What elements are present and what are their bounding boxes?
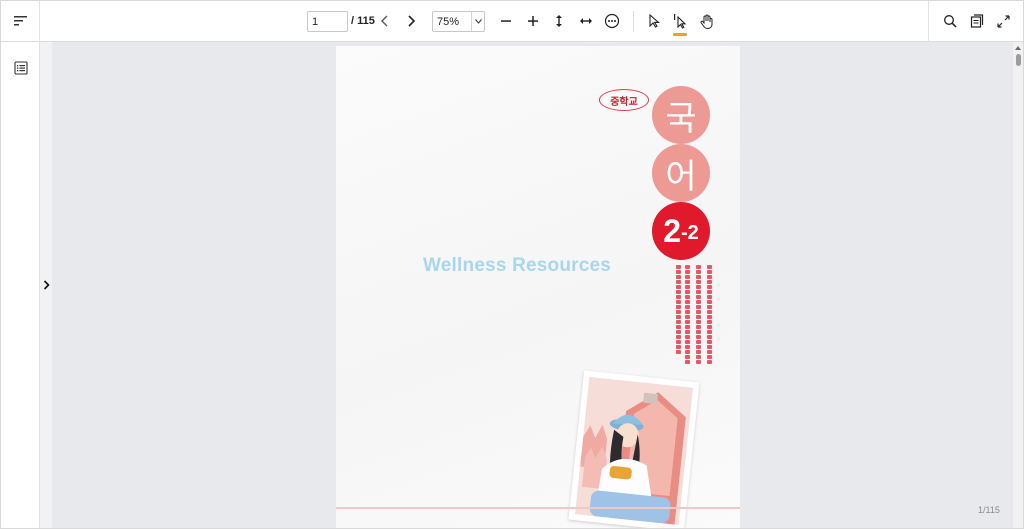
text-cursor-icon[interactable] <box>668 9 692 33</box>
chevron-left-icon[interactable] <box>373 9 397 33</box>
chevron-down-icon <box>471 12 484 31</box>
toolbar-divider <box>39 1 40 42</box>
active-tool-indicator <box>673 33 687 36</box>
horizontal-arrows-icon[interactable] <box>574 9 598 33</box>
minus-icon[interactable] <box>494 9 518 33</box>
page-counter: 1/115 <box>978 505 1000 515</box>
title-char-1: 국 <box>665 99 697 138</box>
author-names <box>676 265 716 365</box>
vertical-scrollbar[interactable] <box>1013 42 1023 528</box>
plus-icon[interactable] <box>521 9 545 33</box>
grade-suffix: -2 <box>681 221 699 244</box>
page-number-input[interactable] <box>307 11 348 32</box>
more-horizontal-icon[interactable] <box>600 9 624 33</box>
sidebar <box>1 42 40 528</box>
cover-illustration <box>568 370 700 528</box>
search-icon[interactable] <box>938 9 962 33</box>
grade-circle: 2 -2 <box>652 202 710 260</box>
grade-number: 2 <box>663 212 681 249</box>
zoom-select[interactable]: 75% <box>432 11 485 32</box>
vertical-arrows-icon[interactable] <box>547 9 571 33</box>
expand-icon[interactable] <box>991 9 1015 33</box>
pdf-viewer-app: / 115 75% <box>0 0 1024 529</box>
document-page: Wellness Resources 중학교 국 어 2 -2 <box>336 46 740 528</box>
title-circle-2: 어 <box>652 144 710 202</box>
toolbar-divider <box>928 1 929 42</box>
page-bottom-rule <box>336 507 740 509</box>
watermark-text: Wellness Resources <box>423 255 612 276</box>
scrollbar-thumb[interactable] <box>1016 54 1021 66</box>
chevron-right-icon[interactable] <box>40 277 52 293</box>
chevron-right-icon[interactable] <box>399 9 423 33</box>
hand-icon[interactable] <box>695 9 719 33</box>
sort-lines-icon[interactable] <box>9 9 33 33</box>
page-total-label: / 115 <box>351 15 375 27</box>
list-icon[interactable] <box>9 56 33 80</box>
toolbar: / 115 75% <box>1 1 1023 42</box>
cursor-arrow-icon[interactable] <box>642 9 666 33</box>
copy-document-icon[interactable] <box>965 9 989 33</box>
school-badge: 중학교 <box>599 89 649 111</box>
title-circle-1: 국 <box>652 86 710 144</box>
toolbar-divider <box>633 11 634 32</box>
zoom-value: 75% <box>437 16 460 28</box>
document-viewer[interactable]: Wellness Resources 중학교 국 어 2 -2 <box>52 42 1013 528</box>
title-char-2: 어 <box>665 157 697 196</box>
